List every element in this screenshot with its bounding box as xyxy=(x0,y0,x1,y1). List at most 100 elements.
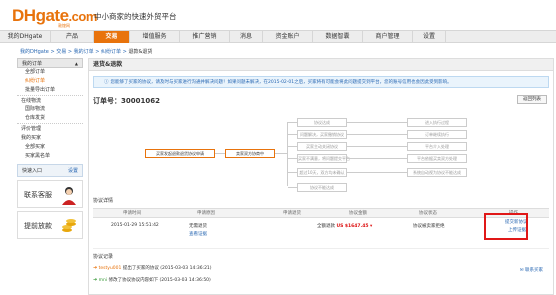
main-content: 退货&退款 ⓘ 您能够了买家的协议，请及时与买家进行沟通并解决问题！如果问题未解决… xyxy=(88,58,554,295)
flow-connector xyxy=(288,158,297,159)
logo-subtitle: 敦煌网 xyxy=(58,23,70,28)
flow-start-box: 买家发起退款退货协议申请 xyxy=(145,149,215,158)
nav-trade[interactable]: 交易 xyxy=(94,31,130,43)
flow-connector xyxy=(287,122,288,186)
log-arrow-icon: ➜ xyxy=(93,277,98,283)
sidebar-item-blacklist[interactable]: 买家黑名单 xyxy=(17,152,83,161)
nav-value-added[interactable]: 增值服务 xyxy=(130,31,180,43)
detail-table-header: 申请时间 申请原因 申请退货 协议金额 协议状态 操作 xyxy=(93,208,549,218)
breadcrumb-link[interactable]: 交易 xyxy=(56,49,66,55)
nav-products[interactable]: 产品 xyxy=(51,31,94,43)
view-evidence-link[interactable]: 查看证据 xyxy=(189,231,207,237)
cell-status: 协议被卖家拒绝 xyxy=(413,224,445,229)
flow-result-box: 进入执行过程 xyxy=(407,118,467,127)
amount-prefix: 全额退款 xyxy=(317,224,335,229)
flow-connector xyxy=(215,153,225,154)
log-text: 修改了协议协议内容如下 (2015-03-03 14:36:50) xyxy=(107,278,211,283)
refund-panel: 退货&退款 ⓘ 您能够了买家的协议，请及时与买家进行沟通并解决问题！如果问题未解决… xyxy=(88,58,554,295)
flow-negotiation-box: 卖家双方协商中 xyxy=(225,149,275,158)
amount-dropdown-icon[interactable]: ▾ xyxy=(370,224,372,229)
dhgate-logo[interactable]: DHgate.com xyxy=(12,6,97,26)
highlight-box xyxy=(484,213,528,240)
quick-entry-settings-link[interactable]: 设置 xyxy=(68,165,78,178)
sidebar-head-orders[interactable]: 我的订单 ▲ xyxy=(17,58,83,68)
flow-connector xyxy=(288,187,297,188)
breadcrumb-sep: > xyxy=(66,49,74,55)
contact-buyer-label: 联系买家 xyxy=(525,268,543,273)
agent-avatar-icon xyxy=(62,187,76,205)
flow-result-box: 平台介入处理 xyxy=(407,142,467,151)
flow-result-box: 平台依据买卖双方处理 xyxy=(407,154,467,163)
sidebar-item-intl-logistics[interactable]: 国际物流 xyxy=(17,105,83,114)
quick-entry-box: 快速入口 设置 xyxy=(17,164,83,177)
breadcrumb: 我的DHgate > 交易 > 我的订单 > 纠纷订单 > 退款&退货 xyxy=(20,48,152,55)
notice-bar: ⓘ 您能够了买家的协议，请及时与买家进行沟通并解决问题！如果问题未解决，在2015… xyxy=(93,76,549,88)
log-arrow-icon: ➜ xyxy=(93,265,98,271)
sidebar-item-all-buyers[interactable]: 全部买家 xyxy=(17,143,83,152)
flow-diagram: 买家发起退款退货协议申请 卖家双方协商中 协议达成 问题解决，买家撤销协议 买家… xyxy=(89,111,555,211)
back-to-list-button[interactable]: 返回列表 xyxy=(517,95,547,104)
nav-merchant[interactable]: 商户管理 xyxy=(363,31,413,43)
flow-connector xyxy=(275,153,287,154)
sidebar-item-export-orders[interactable]: 批量导出订单 xyxy=(17,86,83,95)
logo-dh: DH xyxy=(12,6,36,25)
flow-result-box: 订单继续执行 xyxy=(407,130,467,139)
col-header: 申请时间 xyxy=(123,211,141,216)
breadcrumb-link[interactable]: 我的DHgate xyxy=(20,49,49,55)
nav-messages[interactable]: 消息 xyxy=(230,31,263,43)
flow-connector xyxy=(288,146,297,147)
cell-amount: 全额退款 US $1647.45 ▾ xyxy=(317,223,372,229)
logo-com: .com xyxy=(68,9,98,24)
early-release-label: 提前放款 xyxy=(24,222,52,230)
breadcrumb-sep: > xyxy=(93,49,102,55)
sidebar-group-reviews[interactable]: 评价管理 xyxy=(17,123,83,133)
col-header: 协议状态 xyxy=(419,211,437,216)
flow-connector xyxy=(347,146,407,147)
detail-section-title: 协议详情 xyxy=(93,198,114,204)
flow-branch-box: 问题解决，买家撤销协议 xyxy=(297,130,347,139)
log-user: mni xyxy=(98,278,108,283)
info-icon: ⓘ xyxy=(104,80,109,85)
order-label: 订单号： xyxy=(93,97,121,105)
sidebar-group-logistics[interactable]: 在线物流 xyxy=(17,95,83,105)
contact-buyer-link[interactable]: ✉ 联系买家 xyxy=(520,267,543,273)
flow-branch-box: 协议不能达成 xyxy=(297,183,347,192)
contact-service-card[interactable]: 联系客服 xyxy=(17,180,83,208)
order-value: 30001062 xyxy=(121,97,160,105)
early-release-card[interactable]: 提前放款 xyxy=(17,211,83,239)
page-title: 退货&退款 xyxy=(89,59,553,71)
flow-connector xyxy=(288,134,297,135)
nav-my-dhgate[interactable]: 我的DHgate xyxy=(0,31,51,43)
nav-data[interactable]: 数据智囊 xyxy=(313,31,363,43)
nav-funds[interactable]: 资金账户 xyxy=(263,31,313,43)
collapse-icon[interactable]: ▲ xyxy=(75,59,78,69)
header: DHgate.com 敦煌网 中小商家的快速外贸平台 xyxy=(0,0,556,30)
sidebar-group-buyers[interactable]: 我的买家 xyxy=(17,133,83,143)
flow-branch-box: 超过10天，双方均未确认 xyxy=(297,168,347,177)
flow-branch-box: 买家不满意，将问题提交平台 xyxy=(297,154,350,163)
amount-value: US $1647.45 xyxy=(336,224,369,229)
slogan: 中小商家的快速外贸平台 xyxy=(94,12,177,21)
sidebar: 我的订单 ▲ 全部订单 纠纷订单 批量导出订单 在线物流 国际物流 仓库发货 评… xyxy=(17,58,83,295)
nav-marketing[interactable]: 推广营销 xyxy=(180,31,230,43)
nav-settings[interactable]: 设置 xyxy=(413,31,446,43)
cell-time: 2015-01-29 15:51:42 xyxy=(111,223,159,228)
sidebar-item-dispute-orders[interactable]: 纠纷订单 xyxy=(17,77,83,86)
col-header: 申请原因 xyxy=(197,211,215,216)
breadcrumb-current: 退款&退货 xyxy=(128,49,153,55)
sidebar-item-warehouse[interactable]: 仓库发货 xyxy=(17,114,83,123)
sidebar-item-all-orders[interactable]: 全部订单 xyxy=(17,68,83,77)
breadcrumb-link[interactable]: 我的订单 xyxy=(74,49,94,55)
flow-connector xyxy=(347,172,407,173)
flow-result-box: 系统自动视为协议不能达成 xyxy=(407,168,467,177)
log-user: testyu001 xyxy=(98,266,122,271)
cell-reason: 无需退货 xyxy=(189,224,207,229)
flow-branch-box: 买家主动关闭协议 xyxy=(297,142,347,151)
notice-text: 您能够了买家的协议，请及时与买家进行沟通并解决问题！如果问题未解决，在2015-… xyxy=(110,80,452,85)
message-icon: ✉ xyxy=(519,268,524,273)
breadcrumb-link[interactable]: 纠纷订单 xyxy=(101,49,121,55)
table-row: 2015-01-29 15:51:42 无需退货 查看证据 全额退款 US $1… xyxy=(93,219,549,249)
flow-connector xyxy=(347,134,407,135)
log-entry: ➜ testyu001 提出了买家的协议 (2015-03-03 14:36:2… xyxy=(93,265,212,271)
sidebar-head-label: 我的订单 xyxy=(22,61,43,67)
